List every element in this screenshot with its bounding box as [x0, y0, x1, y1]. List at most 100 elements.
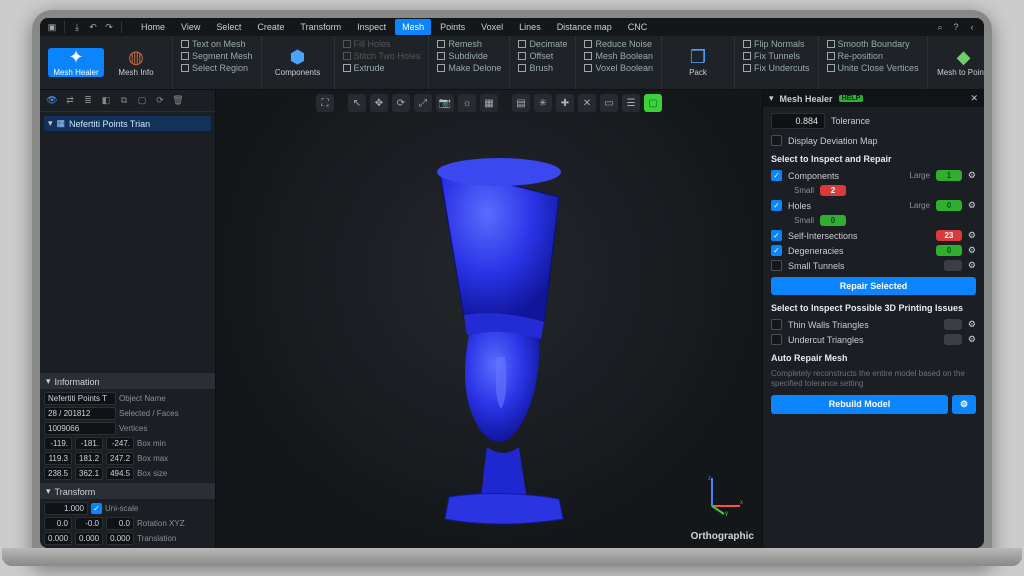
layers-icon[interactable]: ≣: [80, 93, 96, 109]
save-icon[interactable]: ⤓: [71, 21, 83, 33]
menu-mesh[interactable]: Mesh: [395, 19, 431, 35]
duplicate-icon[interactable]: ⧉: [116, 93, 132, 109]
menu-distance-map[interactable]: Distance map: [550, 19, 619, 35]
ribbon-flip-normals[interactable]: Flip Normals: [743, 39, 810, 49]
repair-selected-button[interactable]: Repair Selected: [771, 277, 976, 295]
fit-icon[interactable]: ⛶: [316, 94, 334, 112]
scale-icon[interactable]: ⤢: [414, 94, 432, 112]
gear-icon[interactable]: ⚙: [968, 230, 976, 241]
select-icon[interactable]: ▭: [600, 94, 618, 112]
projection-label[interactable]: Orthographic: [691, 531, 754, 542]
render-mode-icon[interactable]: ▢: [644, 94, 662, 112]
light-icon[interactable]: ☼: [458, 94, 476, 112]
camera-icon[interactable]: 📷: [436, 94, 454, 112]
tree-item-nefertiti[interactable]: ▾ ▦ Nefertiti Points Trian: [44, 116, 211, 131]
ribbon-fix-undercuts[interactable]: Fix Undercuts: [743, 63, 810, 73]
cross-icon[interactable]: ✕: [578, 94, 596, 112]
gear-icon[interactable]: ⚙: [968, 319, 976, 330]
trans-y[interactable]: 0.000: [75, 532, 103, 545]
menu-lines[interactable]: Lines: [512, 19, 548, 35]
menu-voxel[interactable]: Voxel: [474, 19, 510, 35]
cube-icon[interactable]: ▢: [134, 93, 150, 109]
rebuild-model-button[interactable]: Rebuild Model: [771, 395, 948, 414]
collapse-icon[interactable]: ‹: [966, 21, 978, 33]
refresh-icon[interactable]: ⟳: [152, 93, 168, 109]
redo-icon[interactable]: ↷: [103, 21, 115, 33]
close-icon[interactable]: ✕: [970, 93, 978, 104]
tolerance-input[interactable]: 0.884: [771, 113, 825, 129]
ribbon-fill-holes[interactable]: Fill Holes: [343, 39, 421, 49]
axes-gizmo[interactable]: x z y: [702, 474, 744, 516]
gear-icon[interactable]: ⚙: [968, 334, 976, 345]
ribbon-re-position[interactable]: Re-position: [827, 51, 919, 61]
move-icon[interactable]: ✥: [370, 94, 388, 112]
ribbon-extrude[interactable]: Extrude: [343, 63, 421, 73]
help-badge[interactable]: HELP: [839, 95, 864, 102]
rebuild-settings-button[interactable]: ⚙: [952, 395, 976, 414]
mesh-healer-tool[interactable]: ✦ Mesh Healer: [48, 48, 104, 77]
rot-z[interactable]: 0.0: [106, 517, 134, 530]
link-icon[interactable]: ⇄: [62, 93, 78, 109]
axis-icon[interactable]: ✳: [534, 94, 552, 112]
pack-tool[interactable]: ❒ Pack: [670, 48, 726, 77]
components-tool[interactable]: ⬢ Components: [270, 48, 326, 77]
ribbon-subdivide[interactable]: Subdivide: [437, 51, 501, 61]
tag-icon[interactable]: ◧: [98, 93, 114, 109]
repair-checkbox[interactable]: [771, 245, 782, 256]
menu-create[interactable]: Create: [250, 19, 291, 35]
mesh-to-points-tool[interactable]: ◆ Mesh to Points: [936, 48, 984, 77]
ribbon-make-delone[interactable]: Make Delone: [437, 63, 501, 73]
ribbon-text-on-mesh[interactable]: Text on Mesh: [181, 39, 253, 49]
gear-icon[interactable]: ⚙: [968, 260, 976, 271]
trans-x[interactable]: 0.000: [44, 532, 72, 545]
menu-inspect[interactable]: Inspect: [350, 19, 393, 35]
uniscale-checkbox[interactable]: [91, 503, 102, 514]
ribbon-brush[interactable]: Brush: [518, 63, 567, 73]
menu-cnc[interactable]: CNC: [621, 19, 655, 35]
filter-icon[interactable]: ☰: [622, 94, 640, 112]
chevron-down-icon[interactable]: ▾: [769, 93, 774, 104]
ribbon-unite-close-vertices[interactable]: Unite Close Vertices: [827, 63, 919, 73]
gear-icon[interactable]: ⚙: [968, 170, 976, 181]
deviation-checkbox[interactable]: [771, 135, 782, 146]
rotate-icon[interactable]: ⟳: [392, 94, 410, 112]
menu-home[interactable]: Home: [134, 19, 172, 35]
grid-icon[interactable]: ▤: [512, 94, 530, 112]
menu-view[interactable]: View: [174, 19, 207, 35]
shade-icon[interactable]: ▦: [480, 94, 498, 112]
chevron-down-icon[interactable]: ▾: [46, 486, 51, 497]
menu-transform[interactable]: Transform: [293, 19, 348, 35]
undo-icon[interactable]: ↶: [87, 21, 99, 33]
mesh-info-tool[interactable]: ◍ Mesh Info: [108, 48, 164, 77]
ribbon-decimate[interactable]: Decimate: [518, 39, 567, 49]
chevron-down-icon[interactable]: ▾: [46, 376, 51, 387]
gear-icon[interactable]: ⚙: [968, 200, 976, 211]
ribbon-stitch-two-holes[interactable]: Stitch Two Holes: [343, 51, 421, 61]
trash-icon[interactable]: 🗑: [170, 93, 186, 109]
ribbon-smooth-boundary[interactable]: Smooth Boundary: [827, 39, 919, 49]
visibility-icon[interactable]: 👁: [44, 93, 60, 109]
cursor-icon[interactable]: ↖: [348, 94, 366, 112]
search-icon[interactable]: ⌕: [934, 21, 946, 33]
gear-icon[interactable]: ⚙: [968, 245, 976, 256]
ribbon-remesh[interactable]: Remesh: [437, 39, 501, 49]
rot-y[interactable]: -0.0: [75, 517, 103, 530]
repair-checkbox[interactable]: [771, 200, 782, 211]
scale-value[interactable]: 1.000: [44, 502, 88, 515]
ribbon-mesh-boolean[interactable]: Mesh Boolean: [584, 51, 653, 61]
ribbon-select-region[interactable]: Select Region: [181, 63, 253, 73]
ribbon-reduce-noise[interactable]: Reduce Noise: [584, 39, 653, 49]
snap-icon[interactable]: ✚: [556, 94, 574, 112]
print-checkbox[interactable]: [771, 334, 782, 345]
print-checkbox[interactable]: [771, 319, 782, 330]
help-icon[interactable]: ?: [950, 21, 962, 33]
repair-checkbox[interactable]: [771, 170, 782, 181]
repair-checkbox[interactable]: [771, 260, 782, 271]
ribbon-segment-mesh[interactable]: Segment Mesh: [181, 51, 253, 61]
menu-select[interactable]: Select: [209, 19, 248, 35]
ribbon-voxel-boolean[interactable]: Voxel Boolean: [584, 63, 653, 73]
ribbon-offset[interactable]: Offset: [518, 51, 567, 61]
repair-checkbox[interactable]: [771, 230, 782, 241]
trans-z[interactable]: 0.000: [106, 532, 134, 545]
rot-x[interactable]: 0.0: [44, 517, 72, 530]
